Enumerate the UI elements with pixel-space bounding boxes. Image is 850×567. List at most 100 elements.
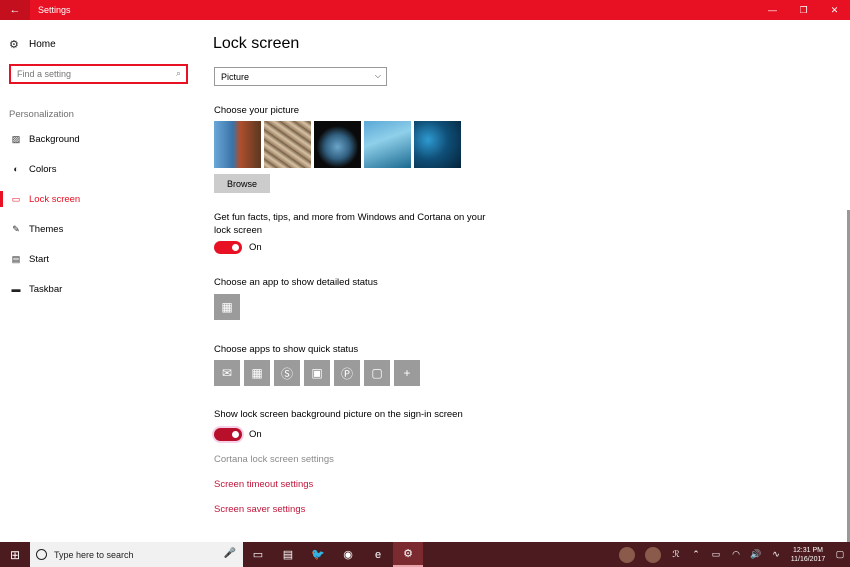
fun-facts-state: On: [249, 242, 262, 253]
gear-icon: ⚙: [403, 548, 413, 560]
close-button[interactable]: ✕: [819, 0, 850, 20]
home-link[interactable]: ⚙ Home: [9, 38, 56, 51]
chevron-up-icon: ⌃: [692, 549, 700, 559]
edge-icon: e: [374, 548, 382, 561]
detailed-status-app[interactable]: ▦: [214, 294, 240, 320]
sidebar-item-label: Taskbar: [29, 283, 63, 295]
chat-icon: ◉: [343, 549, 353, 561]
screen-saver-settings-link[interactable]: Screen saver settings: [214, 504, 305, 515]
alarm-icon: ▢: [371, 366, 383, 380]
pen-icon: ∿: [772, 549, 780, 559]
avatar[interactable]: [645, 546, 661, 563]
battery-icon: ▭: [711, 549, 721, 559]
battery-button[interactable]: ▭: [706, 549, 726, 560]
picture-icon: ▨: [11, 133, 21, 144]
choose-picture-label: Choose your picture: [214, 105, 300, 116]
store-icon: ▣: [311, 366, 323, 380]
quick-status-label: Choose apps to show quick status: [214, 344, 359, 355]
search-icon[interactable]: ⌕: [176, 68, 181, 79]
sidebar-item-label: Themes: [29, 223, 64, 235]
gear-icon: ⚙: [9, 39, 19, 51]
task-view-icon: ▭: [252, 549, 264, 561]
main-content: Lock screen Picture ⌵ Choose your pictur…: [197, 20, 850, 545]
quick-status-app-skype[interactable]: Ⓢ: [274, 360, 300, 386]
palette-icon: ◐: [13, 164, 19, 174]
quick-status-app-calendar[interactable]: ▦: [244, 360, 270, 386]
settings-taskbar-button[interactable]: ⚙: [393, 542, 423, 567]
brush-icon: ✎: [12, 223, 20, 234]
sidebar-item-lock-screen[interactable]: ▭ Lock screen: [0, 188, 197, 210]
system-tray: ℛ ⌃ ▭ ◠ 🔊 ∿ 12:31 PM 11/16/2017 ▢: [614, 542, 850, 567]
search-input[interactable]: [17, 69, 167, 79]
action-center-button[interactable]: ▢: [830, 549, 850, 560]
plus-icon: +: [403, 366, 411, 380]
sidebar-item-start[interactable]: ▤ Start: [0, 248, 197, 270]
sidebar-item-colors[interactable]: ◐ Colors: [0, 158, 197, 180]
start-button[interactable]: ⊞: [0, 542, 30, 567]
active-indicator: [0, 191, 3, 207]
sidebar-item-label: Background: [29, 133, 80, 145]
taskbar-search-box[interactable]: Type here to search 🎤: [30, 542, 243, 567]
quick-status-app-store[interactable]: ▣: [304, 360, 330, 386]
microphone-icon[interactable]: 🎤: [224, 548, 236, 559]
clock[interactable]: 12:31 PM 11/16/2017: [786, 546, 830, 564]
calendar-icon: ▦: [221, 300, 233, 314]
people-icon: Ⓟ: [340, 366, 353, 381]
title-bar: ← Settings — ❐ ✕: [0, 0, 850, 20]
task-view-button[interactable]: ▭: [243, 542, 273, 567]
quick-status-app-people[interactable]: Ⓟ: [334, 360, 360, 386]
add-quick-status-app-button[interactable]: +: [394, 360, 420, 386]
screen-timeout-settings-link[interactable]: Screen timeout settings: [214, 479, 313, 490]
edge-button[interactable]: e: [363, 542, 393, 567]
fun-facts-toggle[interactable]: [214, 241, 242, 254]
file-explorer-button[interactable]: ▤: [273, 542, 303, 567]
minimize-button[interactable]: —: [757, 0, 788, 20]
people-button[interactable]: ℛ: [666, 549, 686, 560]
quick-status-app-alarms[interactable]: ▢: [364, 360, 390, 386]
maximize-button[interactable]: ❐: [788, 0, 819, 20]
thumbnail-picture[interactable]: [364, 121, 411, 168]
wifi-button[interactable]: ◠: [726, 549, 746, 560]
fun-facts-label-line2: lock screen: [214, 225, 263, 236]
thumbnail-picture[interactable]: [414, 121, 461, 168]
minimize-icon: —: [768, 5, 777, 15]
back-arrow-icon: ←: [9, 4, 21, 16]
fun-facts-toggle-row: On: [214, 241, 262, 254]
taskbar: ⊞ Type here to search 🎤 ▭ ▤ 🐦 ◉ e ⚙ ℛ ⌃ …: [0, 542, 850, 567]
pen-button[interactable]: ∿: [766, 549, 786, 560]
windows-logo-icon: ⊞: [9, 547, 21, 562]
volume-button[interactable]: 🔊: [746, 549, 766, 560]
twitter-icon: 🐦: [311, 549, 325, 561]
clock-time: 12:31 PM: [793, 546, 823, 554]
quick-status-app-mail[interactable]: ✉: [214, 360, 240, 386]
thumbnail-picture[interactable]: [264, 121, 311, 168]
window-title: Settings: [38, 5, 71, 15]
sidebar-item-taskbar[interactable]: ▬ Taskbar: [0, 278, 197, 300]
toggle-knob: [232, 244, 239, 251]
avatar[interactable]: [619, 546, 635, 563]
section-title: Personalization: [9, 109, 74, 120]
background-type-dropdown[interactable]: Picture ⌵: [214, 67, 387, 86]
search-box: ⌕: [9, 64, 188, 84]
detailed-status-label: Choose an app to show detailed status: [214, 277, 378, 288]
signin-background-toggle-row: On: [214, 428, 262, 441]
signin-background-toggle[interactable]: [214, 428, 242, 441]
back-button[interactable]: ←: [0, 0, 30, 20]
wifi-icon: ◠: [732, 549, 740, 559]
thumbnail-picture[interactable]: [214, 121, 261, 168]
browse-button[interactable]: Browse: [214, 174, 270, 193]
people-icon: ℛ: [672, 549, 680, 559]
window-controls: — ❐ ✕: [757, 0, 850, 20]
sidebar-item-themes[interactable]: ✎ Themes: [0, 218, 197, 240]
calendar-icon: ▦: [251, 366, 263, 380]
sidebar-item-label: Colors: [29, 163, 57, 175]
folder-icon: ▤: [282, 549, 294, 561]
signin-background-state: On: [249, 429, 262, 440]
twitter-button[interactable]: 🐦: [303, 542, 333, 567]
sidebar-item-background[interactable]: ▨ Background: [0, 128, 197, 150]
cortana-lock-screen-settings-link[interactable]: Cortana lock screen settings: [214, 454, 334, 465]
show-hidden-icons-button[interactable]: ⌃: [686, 549, 706, 560]
messaging-button[interactable]: ◉: [333, 542, 363, 567]
home-label: Home: [29, 39, 56, 50]
thumbnail-picture[interactable]: [314, 121, 361, 168]
